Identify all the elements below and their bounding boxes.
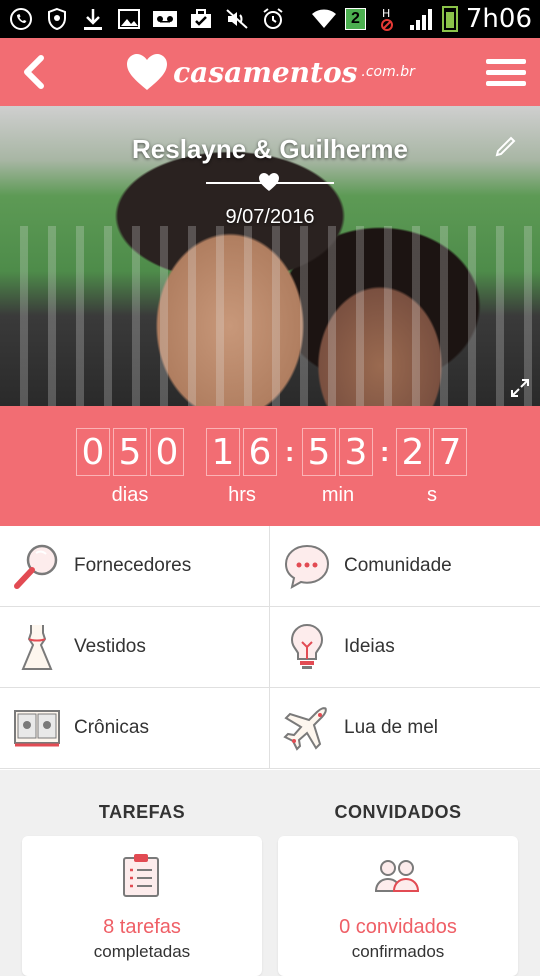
- signal-icon: [408, 6, 434, 32]
- guests-subtitle: confirmados: [351, 942, 445, 961]
- chevron-left-icon[interactable]: [14, 52, 54, 92]
- menu-item-fornecedores[interactable]: Fornecedores: [0, 526, 270, 607]
- days-digit: 5: [113, 428, 147, 476]
- guests-icon: [374, 852, 420, 898]
- menu-item-label: Ideias: [344, 636, 395, 657]
- menu-item-label: Fornecedores: [74, 555, 192, 576]
- feature-menu: Fornecedores Comunidade Vestidos Ideias …: [0, 526, 540, 770]
- image-icon: [116, 6, 142, 32]
- wedding-date: 9/07/2016: [225, 206, 315, 228]
- wedding-countdown: 0 5 0 1 6 : 5 3 : 2 7 dias hrs min s: [0, 406, 540, 526]
- shield-icon: [44, 6, 70, 32]
- hamburger-menu-icon[interactable]: [485, 52, 526, 92]
- seconds-digit: 2: [396, 428, 430, 476]
- tasks-count: 8 tarefas: [103, 916, 181, 938]
- tasks-subtitle: completadas: [93, 942, 191, 961]
- minutes-digit: 5: [302, 428, 336, 476]
- seconds-label: s: [427, 484, 437, 506]
- menu-item-vestidos[interactable]: Vestidos: [0, 607, 270, 688]
- status-bar: 2 H 7h06: [0, 0, 540, 38]
- couple-photo[interactable]: Reslayne & Guilherme 9/07/2016: [0, 106, 540, 406]
- expand-icon[interactable]: [510, 378, 532, 400]
- menu-item-ideias[interactable]: Ideias: [270, 607, 540, 688]
- lightbulb-icon: [282, 622, 332, 672]
- voicemail-icon: [152, 6, 178, 32]
- briefcase-check-icon: [188, 6, 214, 32]
- menu-item-label: Lua de mel: [344, 717, 439, 738]
- time-separator: :: [380, 436, 390, 467]
- menu-item-comunidade[interactable]: Comunidade: [270, 526, 540, 607]
- menu-item-label: Comunidade: [344, 555, 452, 576]
- airplane-icon: [282, 703, 332, 753]
- chat-bubble-icon: [282, 541, 332, 591]
- no-data-icon: H: [374, 6, 400, 32]
- couple-names: Reslayne & Guilherme: [132, 134, 408, 164]
- sim-badge: 2: [344, 8, 366, 30]
- hours-label: hrs: [228, 484, 256, 506]
- app-logo[interactable]: casamentos .com.br: [125, 52, 415, 92]
- logo-domain: .com.br: [361, 64, 415, 80]
- guests-title: CONVIDADOS: [334, 802, 462, 822]
- days-label: dias: [111, 484, 149, 506]
- heart-logo-icon: [127, 54, 168, 90]
- summary-section: TAREFAS CONVIDADOS 8 tarefas completadas…: [0, 770, 540, 976]
- wifi-icon: [311, 6, 337, 32]
- guests-card[interactable]: 0 convidados confirmados: [278, 836, 518, 976]
- svg-text:H: H: [382, 7, 390, 20]
- minutes-label: min: [321, 484, 355, 506]
- app-bar: casamentos .com.br: [0, 38, 540, 106]
- logo-text: casamentos: [173, 55, 358, 89]
- download-icon: [80, 6, 106, 32]
- guests-count: 0 convidados: [339, 916, 457, 938]
- tasks-card[interactable]: 8 tarefas completadas: [22, 836, 262, 976]
- photo-album-icon: [12, 703, 62, 753]
- photo-background: [0, 226, 540, 406]
- alarm-icon: [260, 6, 286, 32]
- whatsapp-icon: [8, 6, 34, 32]
- magnifier-icon: [12, 541, 62, 591]
- mute-icon: [224, 6, 250, 32]
- tasks-title: TAREFAS: [98, 802, 186, 822]
- time-separator: :: [285, 436, 295, 467]
- menu-item-label: Vestidos: [74, 636, 146, 657]
- clock: 7h06: [465, 4, 532, 34]
- menu-item-label: Crônicas: [74, 717, 149, 738]
- dress-icon: [12, 622, 62, 672]
- clipboard-icon: [118, 852, 164, 898]
- minutes-digit: 3: [339, 428, 373, 476]
- menu-item-lua-de-mel[interactable]: Lua de mel: [270, 688, 540, 769]
- pencil-edit-icon[interactable]: [494, 134, 520, 160]
- days-digit: 0: [150, 428, 184, 476]
- battery-icon: [441, 6, 458, 32]
- heart-icon: [258, 172, 280, 194]
- seconds-digit: 7: [433, 428, 467, 476]
- hours-digit: 1: [206, 428, 240, 476]
- days-digit: 0: [76, 428, 110, 476]
- menu-item-cronicas[interactable]: Crônicas: [0, 688, 270, 769]
- hours-digit: 6: [243, 428, 277, 476]
